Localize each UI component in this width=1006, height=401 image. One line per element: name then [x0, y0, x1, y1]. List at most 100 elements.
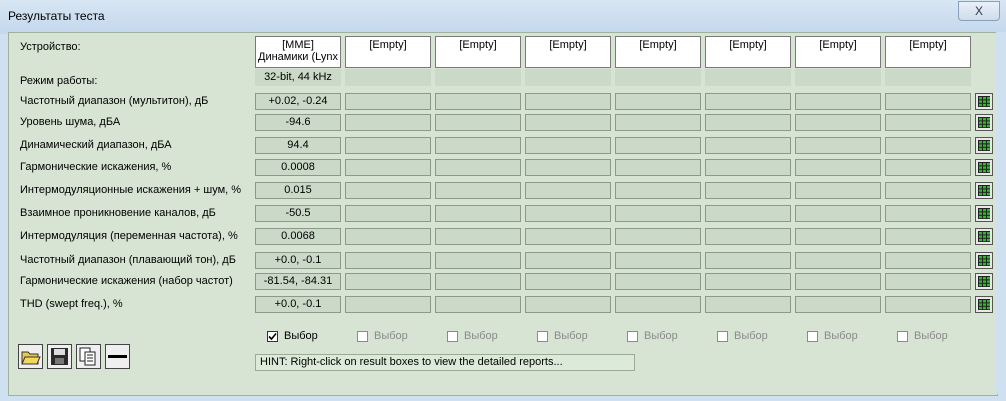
result-cell[interactable] — [615, 273, 701, 290]
result-cell[interactable] — [525, 296, 611, 313]
result-cell[interactable] — [615, 159, 701, 176]
result-cell[interactable] — [885, 159, 971, 176]
result-cell[interactable] — [525, 273, 611, 290]
result-cell[interactable]: +0.0, -0.1 — [255, 296, 341, 313]
result-cell[interactable] — [795, 182, 881, 199]
device-header-6[interactable]: [Empty] — [705, 36, 791, 68]
result-cell[interactable] — [795, 159, 881, 176]
select-checkbox[interactable] — [807, 331, 818, 342]
result-cell[interactable] — [615, 182, 701, 199]
remove-button[interactable] — [105, 344, 130, 369]
result-cell[interactable] — [705, 252, 791, 269]
result-cell[interactable] — [525, 137, 611, 154]
result-cell[interactable] — [795, 273, 881, 290]
result-cell[interactable] — [885, 205, 971, 222]
result-cell[interactable] — [525, 252, 611, 269]
result-cell[interactable]: -81.54, -84.31 — [255, 273, 341, 290]
result-cell[interactable] — [345, 205, 431, 222]
open-button[interactable] — [18, 344, 43, 369]
device-header-5[interactable]: [Empty] — [615, 36, 701, 68]
result-cell[interactable]: 0.0008 — [255, 159, 341, 176]
result-cell[interactable] — [525, 182, 611, 199]
result-cell[interactable] — [615, 114, 701, 131]
result-cell[interactable] — [885, 228, 971, 245]
result-cell[interactable] — [345, 252, 431, 269]
result-cell[interactable] — [885, 114, 971, 131]
result-cell[interactable] — [885, 93, 971, 110]
result-cell[interactable] — [435, 273, 521, 290]
result-cell[interactable] — [435, 296, 521, 313]
result-cell[interactable] — [615, 205, 701, 222]
result-cell[interactable]: 94.4 — [255, 137, 341, 154]
device-header-3[interactable]: [Empty] — [435, 36, 521, 68]
result-cell[interactable] — [705, 296, 791, 313]
report-button[interactable] — [975, 159, 993, 176]
result-cell[interactable] — [795, 114, 881, 131]
result-cell[interactable] — [525, 114, 611, 131]
result-cell[interactable] — [615, 137, 701, 154]
result-cell[interactable] — [525, 228, 611, 245]
result-cell[interactable] — [705, 205, 791, 222]
result-cell[interactable] — [795, 296, 881, 313]
result-cell[interactable] — [615, 252, 701, 269]
result-cell[interactable] — [705, 273, 791, 290]
select-checkbox[interactable] — [717, 331, 728, 342]
select-checkbox[interactable] — [357, 331, 368, 342]
close-button[interactable]: X — [958, 1, 1000, 21]
result-cell[interactable] — [615, 93, 701, 110]
device-header-2[interactable]: [Empty] — [345, 36, 431, 68]
result-cell[interactable] — [885, 182, 971, 199]
device-header-8[interactable]: [Empty] — [885, 36, 971, 68]
save-button[interactable] — [47, 344, 72, 369]
result-cell[interactable] — [435, 205, 521, 222]
select-checkbox[interactable] — [897, 331, 908, 342]
result-cell[interactable] — [435, 182, 521, 199]
result-cell[interactable] — [615, 296, 701, 313]
report-button[interactable] — [975, 205, 993, 222]
result-cell[interactable] — [345, 296, 431, 313]
device-header-4[interactable]: [Empty] — [525, 36, 611, 68]
report-button[interactable] — [975, 114, 993, 131]
result-cell[interactable]: 0.015 — [255, 182, 341, 199]
result-cell[interactable] — [525, 205, 611, 222]
result-cell[interactable] — [795, 137, 881, 154]
result-cell[interactable] — [885, 137, 971, 154]
result-cell[interactable] — [345, 228, 431, 245]
report-button[interactable] — [975, 137, 993, 154]
result-cell[interactable] — [435, 114, 521, 131]
result-cell[interactable] — [435, 252, 521, 269]
result-cell[interactable] — [795, 93, 881, 110]
result-cell[interactable] — [705, 93, 791, 110]
select-checkbox[interactable] — [267, 331, 278, 342]
result-cell[interactable] — [705, 228, 791, 245]
result-cell[interactable] — [705, 137, 791, 154]
report-button[interactable] — [975, 93, 993, 110]
result-cell[interactable] — [345, 93, 431, 110]
device-header-1[interactable]: [MME] Динамики (Lynx — [255, 36, 341, 68]
result-cell[interactable] — [435, 228, 521, 245]
result-cell[interactable] — [885, 252, 971, 269]
result-cell[interactable]: +0.02, -0.24 — [255, 93, 341, 110]
result-cell[interactable] — [885, 273, 971, 290]
result-cell[interactable] — [345, 273, 431, 290]
result-cell[interactable]: -94.6 — [255, 114, 341, 131]
result-cell[interactable] — [615, 228, 701, 245]
result-cell[interactable] — [705, 182, 791, 199]
result-cell[interactable]: -50.5 — [255, 205, 341, 222]
result-cell[interactable] — [345, 182, 431, 199]
result-cell[interactable] — [435, 93, 521, 110]
result-cell[interactable] — [345, 159, 431, 176]
result-cell[interactable] — [885, 296, 971, 313]
report-button[interactable] — [975, 252, 993, 269]
result-cell[interactable] — [435, 137, 521, 154]
copy-button[interactable] — [76, 344, 101, 369]
result-cell[interactable] — [435, 159, 521, 176]
result-cell[interactable] — [705, 114, 791, 131]
select-checkbox[interactable] — [537, 331, 548, 342]
result-cell[interactable] — [795, 228, 881, 245]
result-cell[interactable] — [705, 159, 791, 176]
select-checkbox[interactable] — [627, 331, 638, 342]
result-cell[interactable] — [525, 93, 611, 110]
report-button[interactable] — [975, 182, 993, 199]
result-cell[interactable] — [345, 137, 431, 154]
